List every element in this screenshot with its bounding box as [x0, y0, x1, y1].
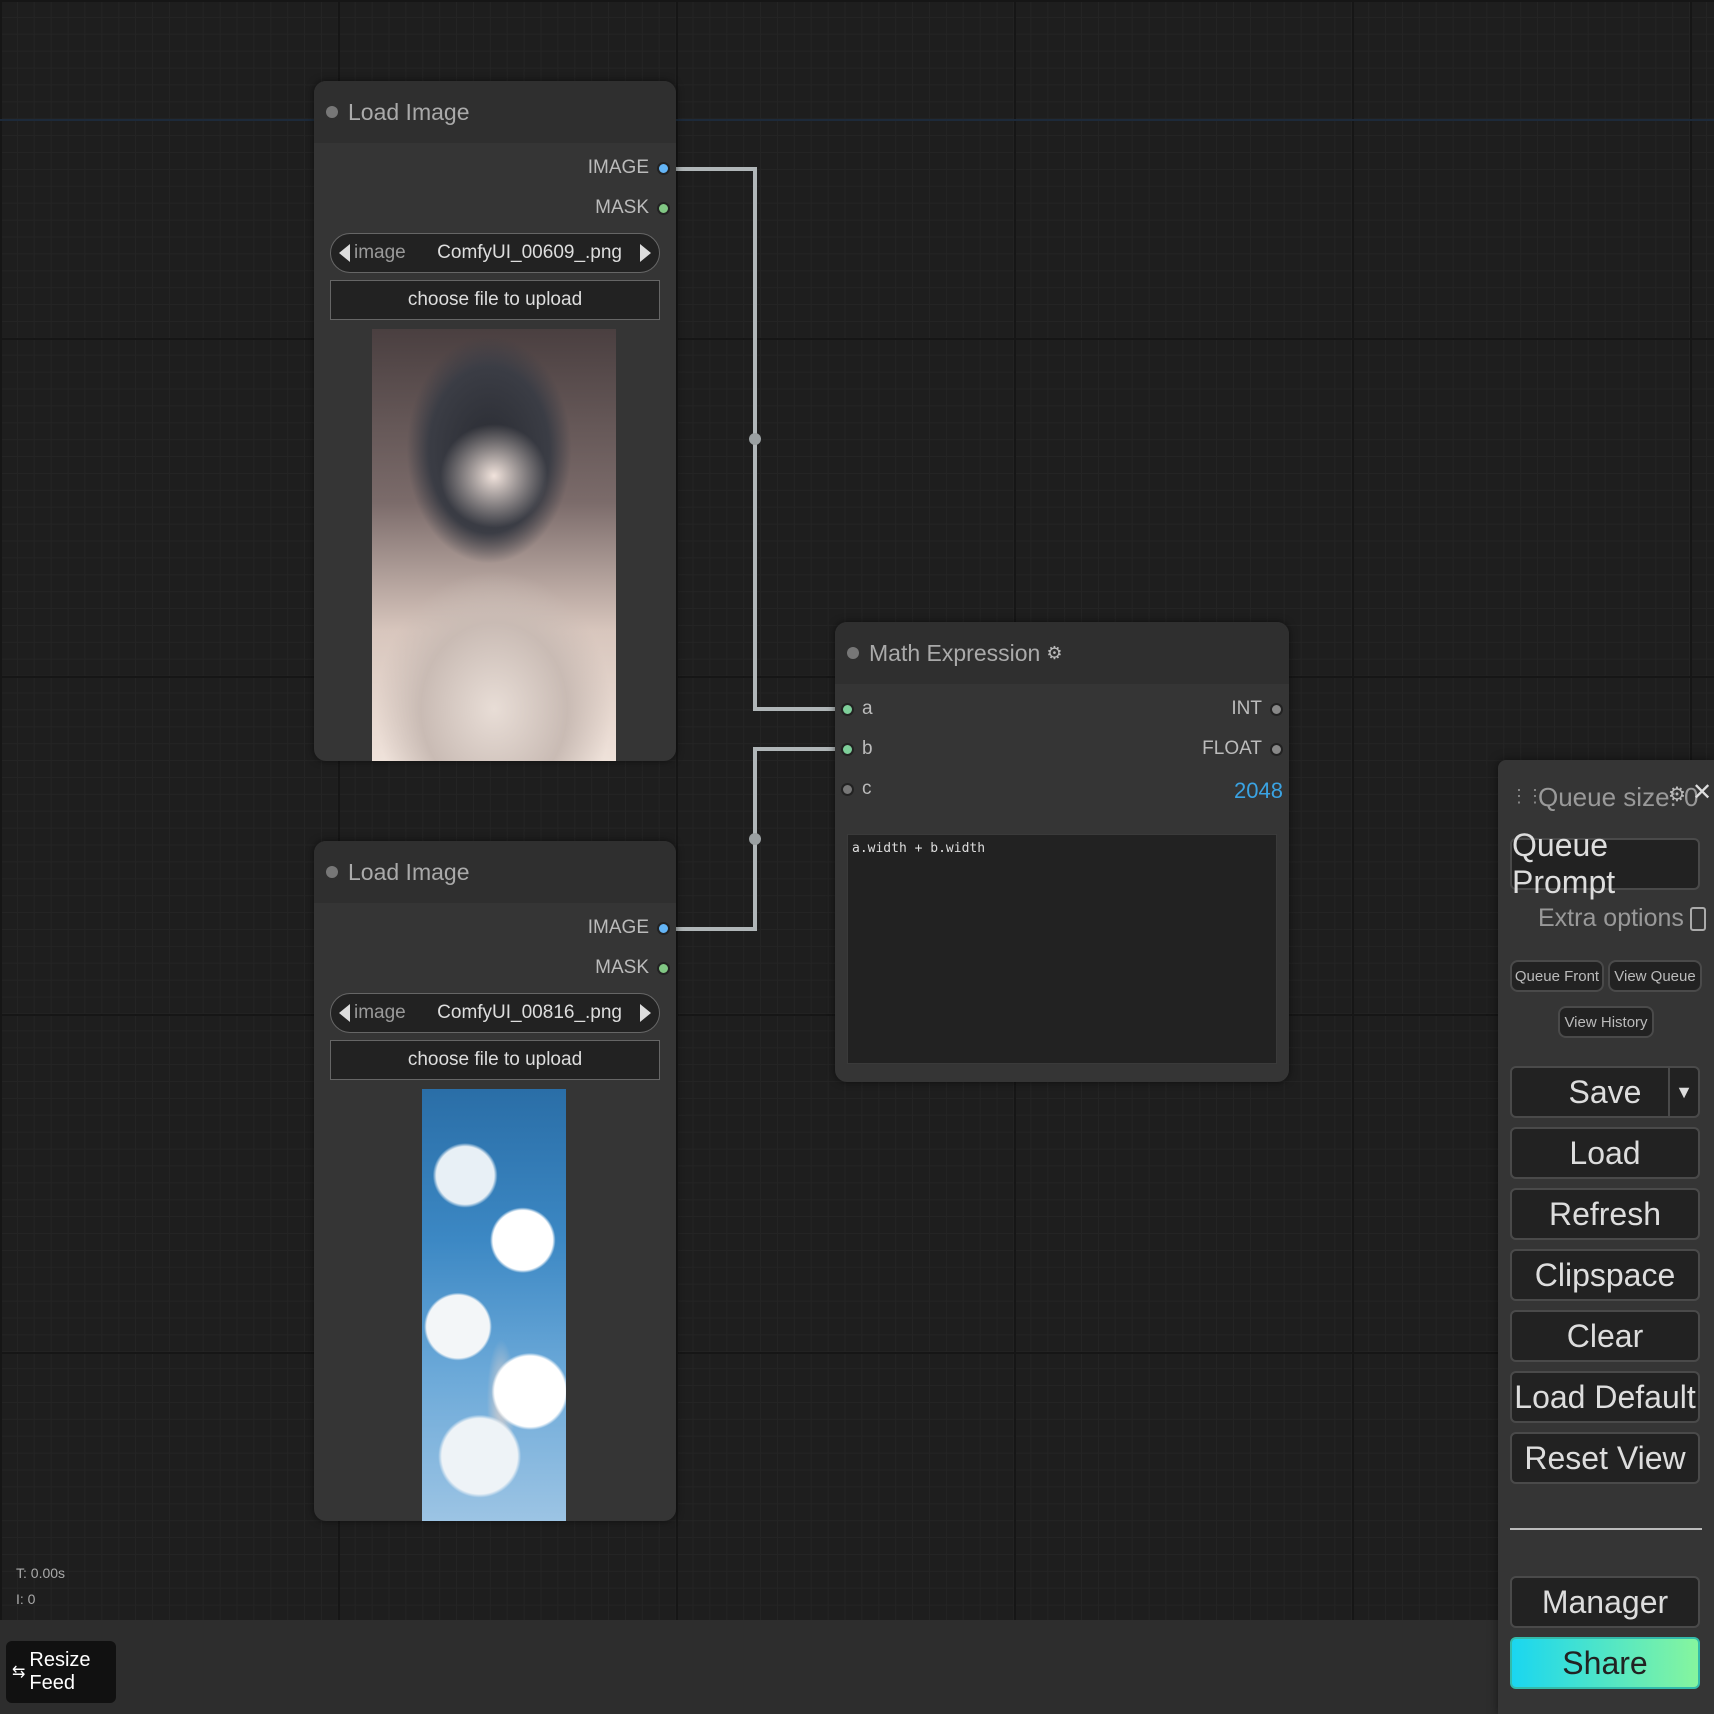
stats-time: T: 0.00s	[16, 1565, 66, 1581]
image-preview	[372, 329, 616, 761]
slot-dot[interactable]	[841, 702, 854, 716]
output-slot-mask[interactable]: MASK	[595, 957, 670, 979]
refresh-button[interactable]: Refresh	[1510, 1188, 1700, 1240]
output-slot-mask[interactable]: MASK	[595, 197, 670, 219]
view-queue-button[interactable]: View Queue	[1608, 960, 1702, 992]
next-arrow-icon[interactable]	[640, 1004, 651, 1022]
slot-label: INT	[1231, 698, 1262, 719]
output-slot-image[interactable]: IMAGE	[588, 917, 670, 939]
collapse-dot[interactable]	[847, 647, 859, 659]
slot-label: IMAGE	[587, 157, 649, 178]
slot-label: MASK	[595, 197, 649, 218]
load-default-button[interactable]: Load Default	[1510, 1371, 1700, 1423]
close-icon[interactable]: ✕	[1692, 778, 1712, 807]
combo-value[interactable]: ComfyUI_00816_.png	[406, 1002, 622, 1024]
slot-label: FLOAT	[1202, 738, 1262, 759]
bottom-bar	[0, 1620, 1498, 1714]
slot-dot[interactable]	[657, 921, 670, 935]
image-preview	[422, 1089, 566, 1521]
prev-arrow-icon[interactable]	[339, 1004, 350, 1022]
load-button[interactable]: Load	[1510, 1127, 1700, 1179]
slot-label: MASK	[595, 957, 649, 978]
slot-dot[interactable]	[841, 782, 854, 796]
queue-front-button[interactable]: Queue Front	[1510, 960, 1604, 992]
link-midpoint-1	[749, 433, 761, 445]
output-slot-int[interactable]: INT	[1231, 698, 1283, 720]
node-title-bar[interactable]: Load Image	[314, 841, 676, 903]
slot-label: c	[862, 778, 872, 799]
image-combo[interactable]: image ComfyUI_00816_.png	[330, 993, 660, 1033]
slot-label: a	[862, 698, 873, 719]
output-value: 2048	[1234, 778, 1283, 803]
slot-dot[interactable]	[657, 161, 670, 175]
input-slot-c[interactable]: c	[841, 778, 872, 800]
expression-textarea[interactable]: a.width + b.width	[847, 834, 1277, 1064]
output-slot-image[interactable]: IMAGE	[588, 157, 670, 179]
extra-options-label: Extra options	[1538, 904, 1684, 932]
collapse-dot[interactable]	[326, 866, 338, 878]
slot-dot[interactable]	[1270, 702, 1283, 716]
collapse-dot[interactable]	[326, 106, 338, 118]
menu-divider	[1510, 1528, 1702, 1530]
gear-icon[interactable]: ⚙	[1668, 782, 1686, 807]
prev-arrow-icon[interactable]	[339, 244, 350, 262]
node-title: Load Image	[348, 98, 470, 125]
queue-prompt-button[interactable]: Queue Prompt	[1510, 827, 1700, 900]
save-button[interactable]: Save ▼	[1510, 1066, 1700, 1118]
view-history-button[interactable]: View History	[1558, 1006, 1654, 1038]
reset-view-button[interactable]: Reset View	[1510, 1432, 1700, 1484]
extra-options-checkbox[interactable]	[1689, 906, 1706, 931]
save-label: Save	[1568, 1073, 1642, 1110]
node-title-bar[interactable]: Load Image	[314, 81, 676, 143]
upload-button[interactable]: choose file to upload	[330, 280, 660, 320]
node-title: Math Expression	[869, 639, 1041, 666]
output-slot-float[interactable]: FLOAT	[1202, 738, 1283, 760]
input-slot-b[interactable]: b	[841, 738, 873, 760]
slot-dot[interactable]	[1270, 742, 1283, 756]
slot-dot[interactable]	[657, 961, 670, 975]
load-image-node-1[interactable]: Load Image IMAGE MASK image ComfyUI_0060…	[314, 81, 676, 761]
swap-arrows-icon: ⇆	[12, 1664, 26, 1681]
slot-dot[interactable]	[657, 201, 670, 215]
slot-label: IMAGE	[587, 917, 649, 938]
load-image-node-2[interactable]: Load Image IMAGE MASK image ComfyUI_0081…	[314, 841, 676, 1521]
combo-label: image	[354, 242, 406, 263]
clear-button[interactable]: Clear	[1510, 1310, 1700, 1362]
comfy-menu[interactable]: ⋮⋮ Queue size: 0 ⚙ ✕ Queue Prompt Extra …	[1498, 760, 1714, 1714]
share-button[interactable]: Share	[1510, 1637, 1700, 1689]
combo-label: image	[354, 1002, 406, 1023]
slot-dot[interactable]	[841, 742, 854, 756]
manager-button[interactable]: Manager	[1510, 1576, 1700, 1628]
resize-feed-button[interactable]: ⇆ Resize Feed	[6, 1641, 116, 1703]
combo-value[interactable]: ComfyUI_00609_.png	[406, 242, 622, 264]
save-dropdown-icon[interactable]: ▼	[1668, 1068, 1698, 1116]
wrench-snake-icon: ⚙	[1046, 642, 1063, 663]
stats-iterations: I: 0	[16, 1591, 36, 1607]
resize-feed-label: Resize Feed	[29, 1649, 91, 1694]
input-slot-a[interactable]: a	[841, 698, 873, 720]
clipspace-button[interactable]: Clipspace	[1510, 1249, 1700, 1301]
next-arrow-icon[interactable]	[640, 244, 651, 262]
link-midpoint-2	[749, 833, 761, 845]
image-combo[interactable]: image ComfyUI_00609_.png	[330, 233, 660, 273]
node-title: Load Image	[348, 858, 470, 885]
extra-options[interactable]: Extra options	[1538, 904, 1706, 933]
node-title-bar[interactable]: Math Expression ⚙	[835, 622, 1289, 684]
upload-button[interactable]: choose file to upload	[330, 1040, 660, 1080]
slot-label: b	[862, 738, 873, 759]
math-expression-node[interactable]: Math Expression ⚙ a b c INT FLOAT 2048 a…	[835, 622, 1289, 1082]
stats-nodes: N: 3 [3]	[16, 1612, 61, 1620]
